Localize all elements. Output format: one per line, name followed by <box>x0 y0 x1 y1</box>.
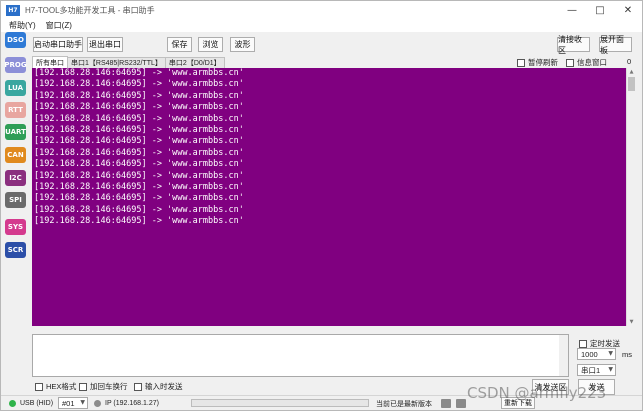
sidebar-prog-button[interactable]: PROG <box>4 57 27 73</box>
title-bar: H7 H7-TOOL多功能开发工具 - 串口助手 — □ ✕ <box>1 1 642 19</box>
hex-format-checkbox[interactable]: HEX格式 <box>35 381 76 392</box>
checkbox-box <box>566 58 574 67</box>
add-crlf-label: 加回车换行 <box>90 382 128 391</box>
hex-format-label: HEX格式 <box>46 382 77 391</box>
info-window-label: 信息窗口 <box>577 58 607 67</box>
console-line: [192.168.28.146:64695] -> 'www.armbbs.cn… <box>34 181 244 192</box>
maximize-button[interactable]: □ <box>586 1 614 19</box>
send-input[interactable] <box>32 334 569 377</box>
send-scrollbar[interactable] <box>559 335 568 376</box>
sidebar-spi-button[interactable]: SPI <box>5 192 26 208</box>
ip-status: IP (192.168.1.27) <box>94 398 159 409</box>
menu-help[interactable]: 帮助(Y) <box>9 20 36 31</box>
scroll-down-icon[interactable]: ▼ <box>627 318 636 326</box>
checkbox-box <box>134 382 142 391</box>
chevron-down-icon: ▼ <box>608 366 613 373</box>
sidebar-rtt-button[interactable]: RTT <box>5 102 26 118</box>
expand-panel-button[interactable]: 展开面板 <box>599 35 632 55</box>
console-line: [192.168.28.146:64695] -> 'www.armbbs.cn… <box>34 113 244 124</box>
checkbox-box <box>35 382 43 391</box>
sidebar-i2c-button[interactable]: I2C <box>5 170 26 186</box>
scroll-up-icon[interactable]: ▲ <box>627 68 636 76</box>
device-select[interactable]: #01 ▼ <box>58 397 88 409</box>
version-status: 当前已是最新版本 <box>376 400 432 408</box>
info-window-checkbox[interactable]: 信息窗口 <box>566 57 607 68</box>
pause-refresh-checkbox[interactable]: 暂停刷新 <box>517 57 558 68</box>
console-line: [192.168.28.146:64695] -> 'www.armbbs.cn… <box>34 204 244 215</box>
console-line: [192.168.28.146:64695] -> 'www.armbbs.cn… <box>34 68 244 78</box>
usb-status-label: USB (HID) <box>20 400 54 407</box>
rx-counter: 0 <box>627 57 632 66</box>
input-send-checkbox[interactable]: 输入时发送 <box>134 381 183 392</box>
save-button[interactable]: 保存 <box>167 37 192 52</box>
app-logo-icon: H7 <box>6 4 20 16</box>
menu-bar: 帮助(Y) 窗口(Z) <box>1 19 642 32</box>
module-sidebar: DSO PROG LUA RTT UART CAN I2C SPI SYS SC… <box>4 32 27 264</box>
chevron-down-icon: ▼ <box>608 350 613 357</box>
port-select[interactable]: 串口1 ▼ <box>577 364 616 376</box>
tab-port2[interactable]: 串口2【D0/D1】 <box>164 57 225 68</box>
scrollbar-thumb[interactable] <box>628 77 635 91</box>
console-line: [192.168.28.146:64695] -> 'www.armbbs.cn… <box>34 216 244 227</box>
ip-status-label: IP (192.168.1.27) <box>105 400 159 407</box>
download-progress-bar <box>191 399 369 407</box>
exit-uart-button[interactable]: 退出串口 <box>87 37 123 52</box>
sidebar-dso-button[interactable]: DSO <box>5 32 26 48</box>
window-title: H7-TOOL多功能开发工具 - 串口助手 <box>25 5 155 15</box>
wave-button[interactable]: 波形 <box>230 37 255 52</box>
checkbox-box <box>79 382 87 391</box>
console-line: [192.168.28.146:64695] -> 'www.armbbs.cn… <box>34 147 244 158</box>
console-line: [192.168.28.146:64695] -> 'www.armbbs.cn… <box>34 102 244 113</box>
sidebar-uart-button[interactable]: UART <box>5 124 26 140</box>
device-value: #01 <box>62 398 75 408</box>
sidebar-lua-button[interactable]: LUA <box>5 80 26 96</box>
interval-value: 1000 <box>581 349 598 359</box>
chevron-down-icon: ▼ <box>80 399 85 406</box>
receive-console[interactable]: [192.168.28.146:64695] -> 'www.armbbs.cn… <box>32 68 626 326</box>
console-line: [192.168.28.146:64695] -> 'www.armbbs.cn… <box>34 124 244 135</box>
window-controls: — □ ✕ <box>558 1 642 19</box>
console-line: [192.168.28.146:64695] -> 'www.armbbs.cn… <box>34 90 244 101</box>
add-crlf-checkbox[interactable]: 加回车换行 <box>79 381 128 392</box>
input-send-label: 输入时发送 <box>145 382 183 391</box>
tab-port1[interactable]: 串口1【RS485|RS232/TTL】 <box>67 57 166 68</box>
console-line: [192.168.28.146:64695] -> 'www.armbbs.cn… <box>34 193 244 204</box>
usb-status-icon <box>9 400 16 407</box>
clear-receive-button[interactable]: 清接收区 <box>557 35 590 55</box>
sidebar-can-button[interactable]: CAN <box>5 147 26 163</box>
console-line: [192.168.28.146:64695] -> 'www.armbbs.cn… <box>34 170 244 181</box>
interval-unit: ms <box>622 350 632 359</box>
console-line: [192.168.28.146:64695] -> 'www.armbbs.cn… <box>34 79 244 90</box>
port-tabs: 所有串口 串口1【RS485|RS232/TTL】 串口2【D0/D1】 <box>32 56 225 68</box>
console-line: [192.168.28.146:64695] -> 'www.armbbs.cn… <box>34 159 244 170</box>
start-uart-button[interactable]: 启动串口助手 <box>33 37 83 52</box>
watermark-text: CSDN @armfly223 <box>467 384 607 402</box>
close-button[interactable]: ✕ <box>614 1 642 19</box>
menu-window[interactable]: 窗口(Z) <box>46 20 72 31</box>
interval-select[interactable]: 1000 ▼ <box>577 348 616 360</box>
ip-status-icon <box>94 400 101 407</box>
status-icon[interactable] <box>441 399 451 408</box>
tab-all-ports[interactable]: 所有串口 <box>32 56 68 68</box>
minimize-button[interactable]: — <box>558 1 586 19</box>
sidebar-sys-button[interactable]: SYS <box>5 219 26 235</box>
pause-refresh-label: 暂停刷新 <box>528 58 558 67</box>
status-icon[interactable] <box>456 399 466 408</box>
checkbox-box <box>579 339 587 348</box>
console-scrollbar[interactable]: ▲ ▼ <box>626 68 635 326</box>
checkbox-box <box>517 58 525 67</box>
usb-status: USB (HID) <box>9 398 53 409</box>
app-window: H7 H7-TOOL多功能开发工具 - 串口助手 — □ ✕ 帮助(Y) 窗口(… <box>0 0 643 411</box>
console-line: [192.168.28.146:64695] -> 'www.armbbs.cn… <box>34 136 244 147</box>
port-value: 串口1 <box>581 365 601 375</box>
sidebar-scr-button[interactable]: SCR <box>5 242 26 258</box>
browse-button[interactable]: 浏览 <box>198 37 223 52</box>
